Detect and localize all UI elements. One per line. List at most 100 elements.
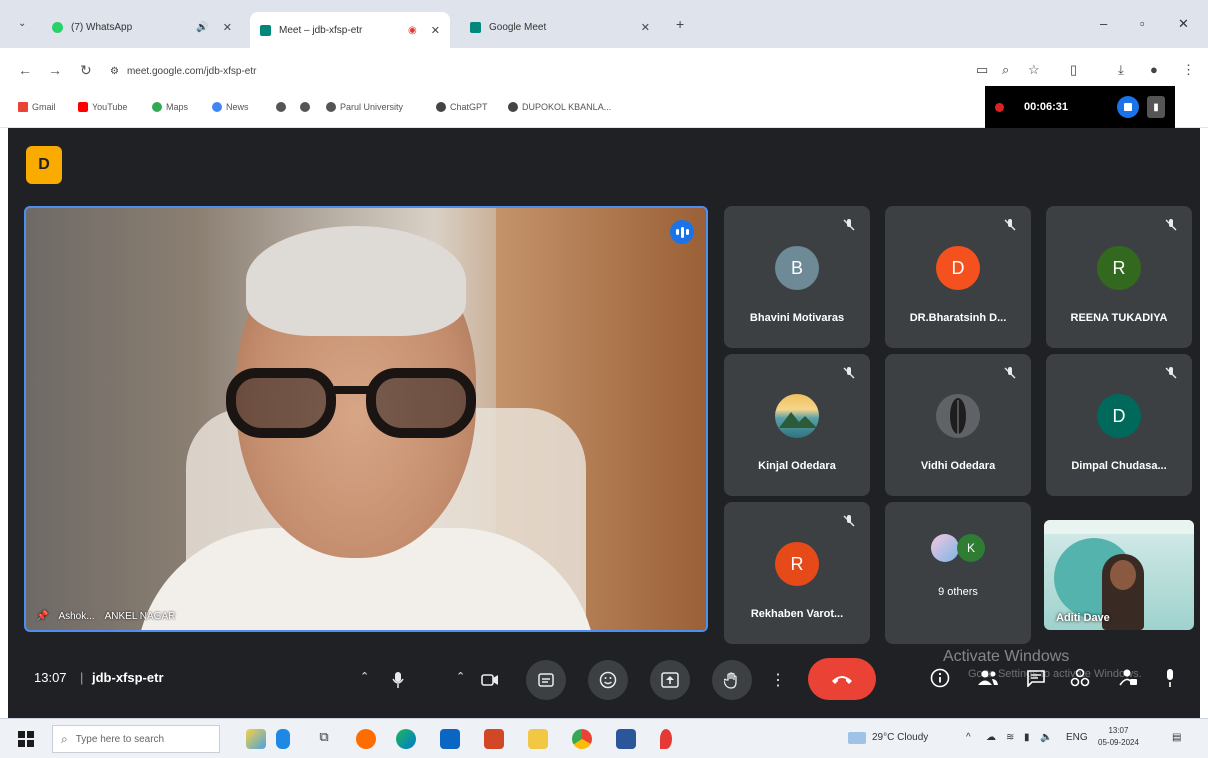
main-speaker-video[interactable]: 📌 Ashok... ANKEL NAGAR	[24, 206, 708, 632]
mic-off-icon	[1004, 219, 1016, 231]
windows-start-icon[interactable]	[18, 731, 34, 747]
raise-hand-button[interactable]	[712, 660, 752, 700]
bookmark-maps[interactable]: Maps	[152, 102, 188, 112]
word-icon[interactable]	[616, 729, 636, 749]
leave-call-button[interactable]	[808, 658, 876, 700]
bookmark-globe-1[interactable]	[276, 102, 286, 112]
battery-icon[interactable]: ▮	[1024, 732, 1030, 743]
stop-recording-button[interactable]	[1117, 96, 1139, 118]
tab-search-icon[interactable]: ⌄	[18, 18, 26, 29]
extensions-icon[interactable]: ▯	[1070, 62, 1077, 78]
pinned-app-icon[interactable]	[276, 729, 290, 749]
window-close-icon[interactable]: ✕	[1178, 16, 1189, 32]
bookmark-dupokol[interactable]: DUPOKOL KBANLA...	[508, 102, 611, 112]
meet-account-icon[interactable]: D	[26, 146, 62, 184]
camera-button[interactable]	[470, 660, 510, 700]
microphone-button[interactable]	[378, 660, 418, 700]
site-info-icon[interactable]: ⚙	[110, 66, 119, 77]
close-icon[interactable]: ✕	[641, 21, 650, 34]
edge-icon[interactable]	[396, 729, 416, 749]
meet-stage: D 📌 Ashok... ANKEL NAGAR B Bhavini Motiv…	[8, 128, 1200, 718]
widgets-app-icon[interactable]	[246, 729, 266, 749]
address-bar[interactable]: ⚙ meet.google.com/jdb-xfsp-etr	[110, 60, 970, 82]
star-icon[interactable]: ☆	[1028, 62, 1040, 78]
new-tab-icon[interactable]: +	[676, 16, 684, 32]
bookmark-chatgpt[interactable]: ChatGPT	[436, 102, 488, 112]
wifi-icon[interactable]: ≋	[1006, 732, 1014, 743]
present-icon	[661, 672, 679, 688]
more-vert-icon: ⋮	[770, 672, 786, 689]
task-view-icon[interactable]: ⧉	[314, 729, 334, 749]
tab-whatsapp[interactable]: (7) WhatsApp 🔊 ✕	[42, 12, 242, 42]
bookmark-news[interactable]: News	[212, 102, 249, 112]
bookmark-parul[interactable]: Parul University	[326, 102, 403, 112]
globe-icon	[300, 102, 310, 112]
more-options-button[interactable]: ⋮	[768, 660, 788, 700]
host-controls-button[interactable]	[1116, 666, 1140, 690]
tab-google-meet[interactable]: Google Meet ✕	[460, 12, 660, 42]
bookmark-youtube[interactable]: YouTube	[78, 102, 127, 112]
file-explorer-icon[interactable]	[528, 729, 548, 749]
chat-button[interactable]	[1024, 666, 1048, 690]
language-indicator[interactable]: ENG	[1066, 732, 1088, 743]
taskbar-search-box[interactable]: ⌕ Type here to search	[52, 725, 220, 753]
close-icon[interactable]: ✕	[431, 24, 440, 37]
present-screen-button[interactable]	[650, 660, 690, 700]
store-icon[interactable]	[440, 729, 460, 749]
mic-status-button[interactable]	[1158, 666, 1182, 690]
participant-tile[interactable]: D Dimpal Chudasa...	[1046, 354, 1192, 496]
participant-name: Rekhaben Varot...	[750, 608, 844, 620]
maximize-icon[interactable]: ▫	[1140, 16, 1145, 31]
notifications-icon[interactable]: ▤	[1172, 732, 1181, 743]
audio-options-chevron-icon[interactable]: ⌃	[360, 670, 369, 683]
chevron-up-icon[interactable]: ^	[966, 732, 971, 743]
emoji-icon	[599, 671, 617, 689]
video-options-chevron-icon[interactable]: ⌃	[456, 670, 465, 683]
weather-text[interactable]: 29°C Cloudy	[872, 732, 928, 743]
reactions-button[interactable]	[588, 660, 628, 700]
pin-icon[interactable]: 📌	[36, 611, 48, 622]
minimize-icon[interactable]: –	[1100, 16, 1107, 31]
activities-button[interactable]	[1068, 666, 1092, 690]
profile-icon[interactable]: ●	[1150, 62, 1158, 77]
tab-meet[interactable]: Meet – jdb-xfsp-etr ◉ ✕	[250, 12, 450, 48]
people-button[interactable]	[976, 666, 1000, 690]
meeting-details-button[interactable]	[928, 666, 952, 690]
participant-tile[interactable]: Kinjal Odedara	[724, 354, 870, 496]
weather-icon	[848, 732, 866, 744]
maps-pin-icon[interactable]	[660, 729, 672, 749]
bookmark-gmail[interactable]: Gmail	[18, 102, 56, 112]
download-icon[interactable]: ⤓	[1118, 62, 1124, 78]
url-text: meet.google.com/jdb-xfsp-etr	[126, 65, 257, 77]
participant-tile[interactable]: B Bhavini Motivaras	[724, 206, 870, 348]
participant-tile[interactable]: D DR.Bharatsinh D...	[885, 206, 1031, 348]
reload-icon[interactable]: ↻	[80, 62, 92, 79]
firefox-icon[interactable]	[356, 729, 376, 749]
bookmark-globe-2[interactable]	[300, 102, 310, 112]
menu-icon[interactable]: ⋮	[1182, 62, 1195, 78]
hand-icon	[724, 672, 737, 689]
tab-label: Meet – jdb-xfsp-etr	[279, 24, 363, 36]
pause-recording-button[interactable]: ▮	[1147, 96, 1165, 118]
others-count-label: 9 others	[938, 586, 978, 598]
participant-tile[interactable]: Vidhi Odedara	[885, 354, 1031, 496]
close-icon[interactable]: ✕	[223, 21, 232, 34]
participant-tile[interactable]: R REENA TUKADIYA	[1046, 206, 1192, 348]
info-icon	[930, 668, 950, 688]
powerpoint-icon[interactable]	[484, 729, 504, 749]
participant-video-tile[interactable]: Aditi Dave	[1044, 520, 1194, 630]
cast-icon[interactable]: ▭	[976, 62, 988, 78]
taskbar-clock[interactable]: 13:07 05-09-2024	[1098, 725, 1139, 749]
onedrive-icon[interactable]: ☁	[986, 732, 996, 743]
captions-button[interactable]	[526, 660, 566, 700]
maps-icon	[152, 102, 162, 112]
meet-favicon-icon	[470, 21, 481, 33]
participant-tile[interactable]: R Rekhaben Varot...	[724, 502, 870, 644]
volume-icon[interactable]: 🔈	[1040, 732, 1052, 743]
forward-arrow-icon[interactable]: →	[48, 62, 62, 78]
chrome-icon[interactable]	[572, 729, 592, 749]
back-arrow-icon[interactable]: ←	[18, 62, 32, 78]
others-tile[interactable]: K 9 others	[885, 502, 1031, 644]
zoom-icon[interactable]: ⌕	[1002, 62, 1009, 78]
globe-icon	[326, 102, 336, 112]
